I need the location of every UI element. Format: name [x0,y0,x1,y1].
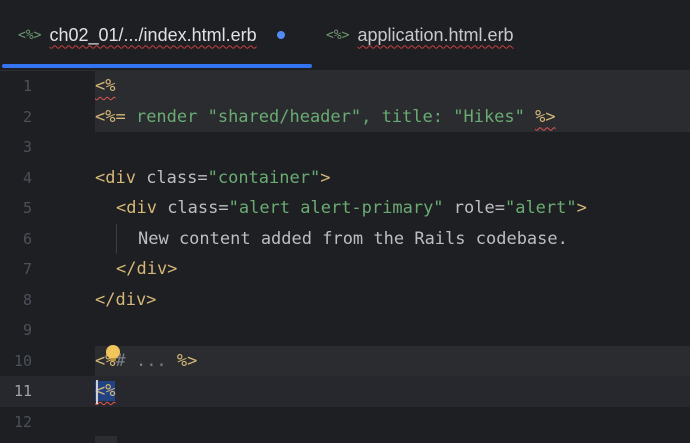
line-number: 9 [22,321,32,339]
text-caret [96,380,98,404]
code-text: <% [95,381,116,401]
tab-label: application.html.erb [357,24,514,45]
line-number: 6 [22,229,32,248]
line-number: 4 [22,168,32,187]
line-number: 7 [22,260,32,278]
line-number: 2 [22,107,32,126]
line-number: 5 [22,199,32,217]
code-line[interactable]: 3 [0,132,690,163]
code-text: <div class="container"> [95,167,331,188]
tab-label: ch02_01/.../index.html.erb [49,24,257,45]
modified-dot-icon [276,31,285,39]
active-tab-indicator [2,64,312,68]
code-text: </div> [116,259,178,279]
tab-application-html-erb[interactable]: <%> application.html.erb [312,0,572,70]
code-editor[interactable]: 1 <% 2 <%= render "shared/header", title… [0,71,690,443]
code-line[interactable]: 7 </div> [0,254,690,285]
code-line[interactable]: 5 <div class="alert alert-primary" role=… [0,193,690,224]
erb-file-icon: <%> [326,27,350,43]
indent-guide [116,224,117,254]
code-line-current[interactable]: 11 <% [0,376,690,407]
line-number: 3 [22,138,32,156]
line-number: 11 [13,382,32,400]
code-text: New content added from the Rails codebas… [138,228,568,249]
line-number: 1 [22,77,32,95]
line-number: 10 [13,351,32,370]
line-number: 8 [22,290,32,309]
code-line[interactable]: 1 <% [0,71,690,102]
code-text: <div class="alert alert-primary" role="a… [116,198,587,218]
code-line[interactable]: 8 </div> [0,285,690,316]
fold-marker [95,436,117,443]
code-line[interactable]: 10 <%# ... %> [0,346,690,377]
code-text: <%= render "shared/header", title: "Hike… [95,106,556,127]
code-line[interactable]: 9 [0,315,690,346]
line-number: 12 [13,412,32,431]
lightbulb-intention-icon[interactable] [106,345,120,361]
erb-file-icon: <%> [18,27,42,43]
code-line[interactable]: 4 <div class="container"> [0,163,690,194]
code-line[interactable]: 6 New content added from the Rails codeb… [0,224,690,255]
code-line[interactable]: 2 <%= render "shared/header", title: "Hi… [0,102,690,133]
tab-index-html-erb[interactable]: <%> ch02_01/.../index.html.erb [0,0,312,70]
editor-tab-bar: <%> ch02_01/.../index.html.erb <%> appli… [0,0,690,71]
code-text: <% [95,76,116,96]
code-text: </div> [95,289,157,310]
code-line[interactable]: 12 [0,407,690,438]
